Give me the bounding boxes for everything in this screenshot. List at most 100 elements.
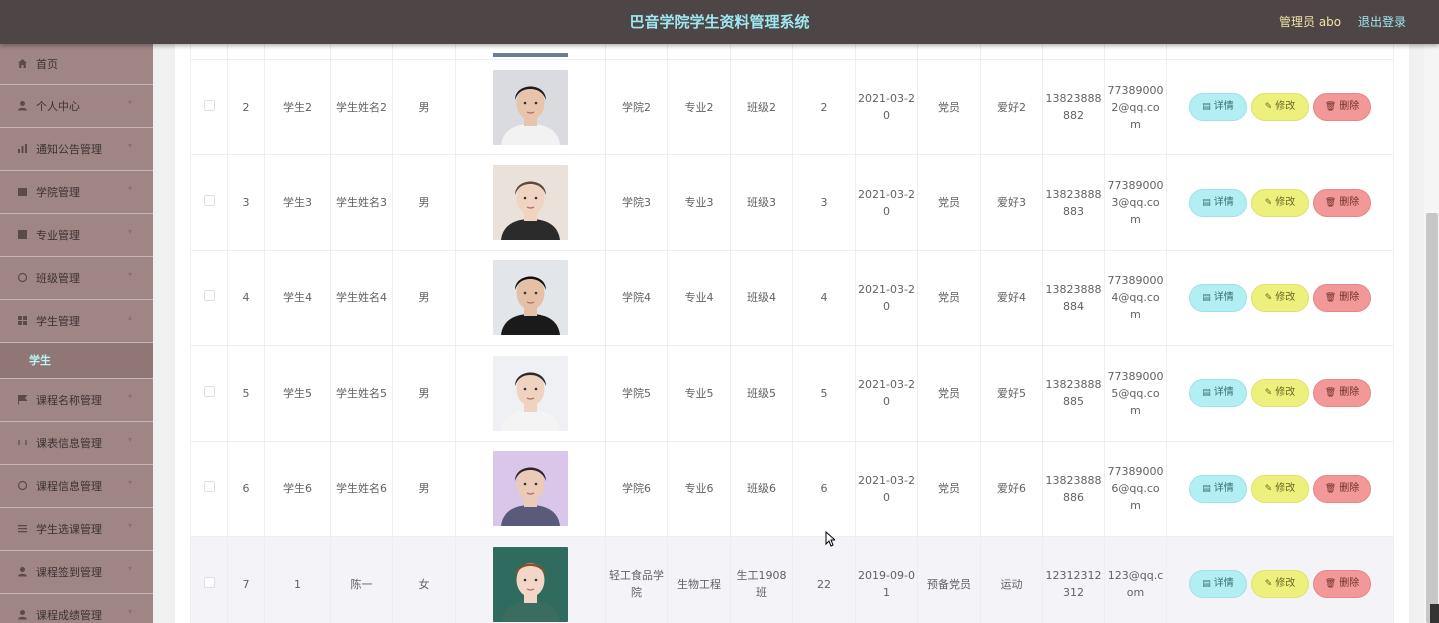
edit-button[interactable]: ✎ 修改 xyxy=(1251,474,1309,503)
chevron-down-icon: ▾ xyxy=(128,478,133,487)
sidebar-item-notices[interactable]: 通知公告管理 ▾ xyxy=(0,128,153,171)
sidebar-item-label: 课程名称管理 xyxy=(36,394,102,407)
cell-class: 班级2 xyxy=(730,58,793,156)
cell-phone: 13823888883 xyxy=(1042,154,1105,251)
file-icon: ▤ xyxy=(1202,102,1211,113)
checkbox-cell xyxy=(190,249,228,347)
cell-student-no: 学生5 xyxy=(264,345,331,442)
actions-cell: ▤ 详情 ✎ 修改 🗑 删除 xyxy=(1166,154,1394,251)
sidebar-item-label: 通知公告管理 xyxy=(36,143,102,156)
row-checkbox[interactable] xyxy=(203,481,215,493)
cell-age: 3 xyxy=(792,154,856,251)
sidebar-subitem-student[interactable]: 学生 xyxy=(0,343,153,379)
student-photo[interactable] xyxy=(493,355,568,431)
button-label: 删除 xyxy=(1339,387,1360,399)
sidebar-item-major[interactable]: 专业管理 ▾ xyxy=(0,214,153,257)
row-checkbox[interactable] xyxy=(203,576,215,588)
cell-political: 党员 xyxy=(917,440,981,537)
apps-icon xyxy=(17,315,28,326)
detail-button[interactable]: ▤ 详情 xyxy=(1189,93,1247,122)
cell-college: 学院5 xyxy=(605,345,668,442)
detail-button[interactable]: ▤ 详情 xyxy=(1189,188,1247,217)
file-icon: ▤ xyxy=(1202,483,1211,494)
photo-cell xyxy=(455,249,606,347)
checkbox-cell xyxy=(190,58,228,156)
sidebar-item-course-info[interactable]: 课程信息管理 ▾ xyxy=(0,465,153,508)
pencil-icon: ✎ xyxy=(1264,292,1273,303)
cell-hobby: 运动 xyxy=(980,535,1043,623)
button-label: 详情 xyxy=(1213,482,1234,494)
sidebar-item-course-names[interactable]: 课程名称管理 ▾ xyxy=(0,379,153,422)
sidebar-item-label: 课程信息管理 xyxy=(36,480,102,493)
row-checkbox[interactable] xyxy=(203,99,215,111)
chevron-down-icon: ▾ xyxy=(128,141,133,150)
top-bar: 巴音学院学生资料管理系统 管理员 abo 退出登录 xyxy=(0,0,1439,44)
sidebar-item-checkin[interactable]: 课程签到管理 ▾ xyxy=(0,551,153,594)
button-label: 修改 xyxy=(1275,387,1296,399)
delete-button[interactable]: 🗑 删除 xyxy=(1313,283,1371,312)
edit-button[interactable]: ✎ 修改 xyxy=(1251,93,1309,122)
sidebar-item-college[interactable]: 学院管理 ▾ xyxy=(0,171,153,214)
cell-gender: 男 xyxy=(392,440,456,537)
cell-email: 773890006@qq.com xyxy=(1104,440,1167,537)
logout-link[interactable]: 退出登录 xyxy=(1358,0,1406,44)
edit-button[interactable]: ✎ 修改 xyxy=(1251,570,1309,599)
edit-button[interactable]: ✎ 修改 xyxy=(1251,379,1309,408)
cell-gender: 男 xyxy=(392,249,456,347)
cell-id: 7 xyxy=(227,535,265,623)
delete-button[interactable]: 🗑 删除 xyxy=(1313,474,1371,503)
chevron-down-icon: ▾ xyxy=(128,564,133,573)
table-row: 2 学生2 学生姓名2 男学院2 专业2 班级2 2 2021-03-20 党员 爱好2 13823… xyxy=(190,58,1394,156)
checkbox-cell xyxy=(190,440,228,537)
edit-button[interactable]: ✎ 修改 xyxy=(1251,283,1309,312)
delete-button[interactable]: 🗑 删除 xyxy=(1313,188,1371,217)
student-photo[interactable] xyxy=(493,165,568,241)
cell-date: 2021-03-20 xyxy=(855,345,918,442)
actions-cell: ▤ 详情 ✎ 修改 🗑 删除 xyxy=(1166,535,1394,623)
detail-button[interactable]: ▤ 详情 xyxy=(1189,283,1247,312)
sidebar-item-schedule[interactable]: 课表信息管理 ▾ xyxy=(0,422,153,465)
sidebar-item-home[interactable]: 首页 xyxy=(0,44,153,85)
detail-button[interactable]: ▤ 详情 xyxy=(1189,379,1247,408)
cell-college: 学院4 xyxy=(605,249,668,347)
cell-hobby: 爱好4 xyxy=(980,249,1043,347)
delete-button[interactable]: 🗑 删除 xyxy=(1313,570,1371,599)
chevron-down-icon: ▾ xyxy=(128,227,133,236)
cell-date: 2021-03-20 xyxy=(855,154,918,251)
detail-button[interactable]: ▤ 详情 xyxy=(1189,570,1247,599)
student-photo[interactable] xyxy=(493,69,568,145)
sidebar-item-grades[interactable]: 课程成绩管理 ▾ xyxy=(0,594,153,623)
button-label: 修改 xyxy=(1275,101,1296,113)
trash-icon: 🗑 xyxy=(1324,292,1337,303)
student-photo[interactable] xyxy=(493,451,568,527)
cell-name: 学生姓名5 xyxy=(330,345,393,442)
sidebar-item-class[interactable]: 班级管理 ▾ xyxy=(0,257,153,300)
delete-button[interactable]: 🗑 删除 xyxy=(1313,93,1371,122)
cell-gender: 男 xyxy=(392,154,456,251)
detail-button[interactable]: ▤ 详情 xyxy=(1189,474,1247,503)
row-checkbox[interactable] xyxy=(203,195,215,207)
delete-button[interactable]: 🗑 删除 xyxy=(1313,379,1371,408)
sidebar-item-label: 首页 xyxy=(36,58,58,71)
sidebar-item-label: 课程签到管理 xyxy=(36,566,102,579)
sidebar-item-course-selection[interactable]: 学生选课管理 ▾ xyxy=(0,508,153,551)
row-checkbox[interactable] xyxy=(203,385,215,397)
chevron-down-icon: ▾ xyxy=(128,607,133,616)
sidebar-item-profile[interactable]: 个人中心 ▾ xyxy=(0,85,153,128)
pencil-icon: ✎ xyxy=(1264,388,1273,399)
scrollbar-thumb[interactable] xyxy=(1426,213,1438,623)
row-checkbox[interactable] xyxy=(203,290,215,302)
cell-phone: 13823888882 xyxy=(1042,58,1105,156)
cell-date: 2021-03-20 xyxy=(855,249,918,347)
student-photo[interactable] xyxy=(493,546,568,622)
button-label: 修改 xyxy=(1275,482,1296,494)
student-photo[interactable] xyxy=(493,260,568,336)
button-label: 修改 xyxy=(1275,291,1296,303)
cell-political: 党员 xyxy=(917,345,981,442)
cell-student-no: 学生4 xyxy=(264,249,331,347)
student-photo xyxy=(493,53,568,57)
button-label: 详情 xyxy=(1213,387,1234,399)
table-row: 3 学生3 学生姓名3 男学院3 专业3 班级3 3 2021-03-20 党员 爱好3 13823… xyxy=(190,154,1394,251)
sidebar-item-students[interactable]: 学生管理 ▴ xyxy=(0,300,153,343)
edit-button[interactable]: ✎ 修改 xyxy=(1251,188,1309,217)
